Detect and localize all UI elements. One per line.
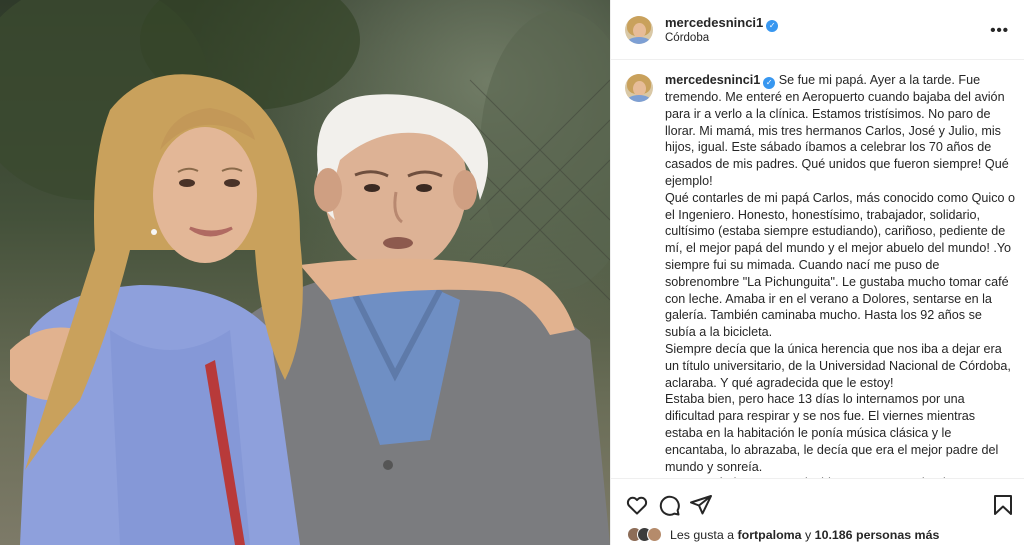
paper-plane-icon[interactable] [689,493,713,517]
verified-badge-icon: ✓ [763,77,776,89]
likes-summary[interactable]: Les gusta a fortpaloma y 10.186 personas… [627,527,939,542]
caption-avatar[interactable] [625,74,653,102]
verified-badge-icon: ✓ [766,20,779,32]
caption-text: Se fue mi papá. Ayer a la tarde. Fue tre… [665,73,1015,478]
caption-area: mercedesninci1 ✓ Se fue mi papá. Ayer a l… [611,60,1024,478]
bookmark-icon[interactable] [991,493,1015,517]
comment-icon[interactable] [657,493,681,517]
first-liker[interactable]: fortpaloma [738,528,802,542]
ellipsis-icon[interactable]: ••• [990,22,1009,39]
heart-icon[interactable] [625,493,649,517]
author-username-text[interactable]: mercedesninci1 [665,15,763,30]
author-username[interactable]: mercedesninci1 ✓ [665,15,779,32]
post-location[interactable]: Córdoba [665,32,709,44]
post-caption: mercedesninci1 ✓ Se fue mi papá. Ayer a l… [665,72,1015,478]
post-actions: Les gusta a fortpaloma y 10.186 personas… [611,478,1024,545]
liker-avatar [647,527,662,542]
likes-prefix: Les gusta a [670,527,735,542]
author-avatar[interactable] [625,16,653,44]
liker-avatars [627,527,662,542]
photo-illustration [0,0,610,545]
likes-count[interactable]: 10.186 personas más [815,528,940,542]
post-photo[interactable] [0,0,610,545]
likes-connector: y [805,527,812,542]
caption-username[interactable]: mercedesninci1 [665,73,760,87]
post-side-panel: mercedesninci1 ✓ Córdoba ••• mercedesninc… [610,0,1024,545]
post-header: mercedesninci1 ✓ Córdoba ••• [611,0,1024,60]
